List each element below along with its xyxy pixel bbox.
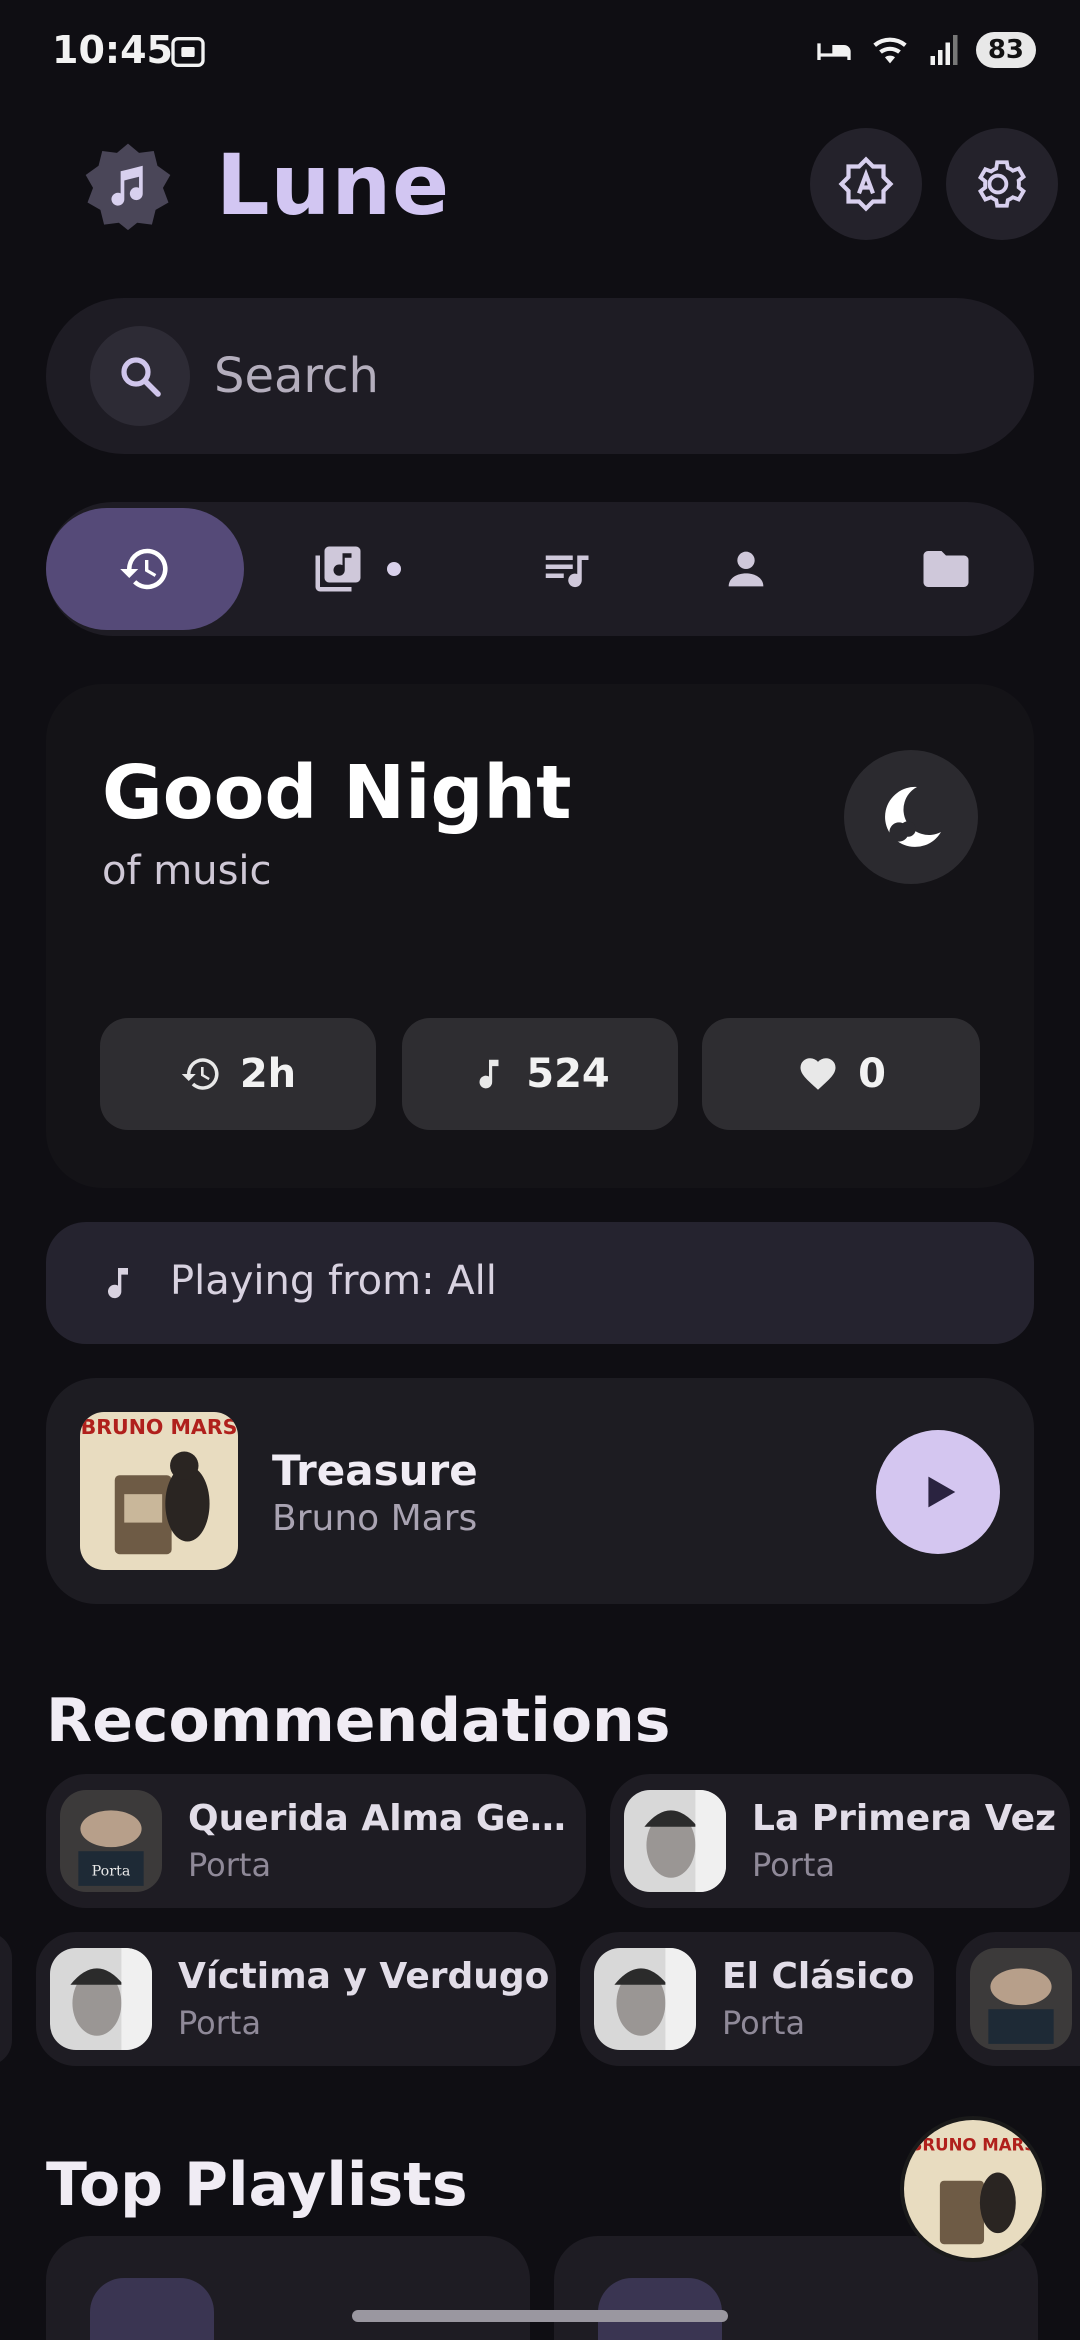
playing-from-label: Playing from: All [170, 1258, 497, 1304]
recommendation-item[interactable] [0, 1932, 12, 2066]
playlist-thumbnail [598, 2278, 722, 2340]
song-title: Treasure [272, 1446, 478, 1495]
song-artist: Porta [188, 1846, 272, 1884]
battery-level: 83 [975, 32, 1036, 68]
song-thumbnail [594, 1948, 696, 2050]
svg-text:Porta: Porta [92, 1864, 131, 1880]
recommendation-item[interactable]: Víctima y Verdugo Porta [36, 1932, 556, 2066]
status-bar: 10:45 83 [0, 0, 1080, 100]
tab-albums[interactable] [286, 508, 426, 630]
playlist-card[interactable] [46, 2236, 530, 2340]
stat-favorites: 0 [702, 1018, 980, 1130]
stat-listening-time: 2h [100, 1018, 376, 1130]
tab-playlists[interactable] [506, 508, 626, 630]
signal-icon [930, 35, 958, 65]
search-button[interactable] [90, 326, 190, 426]
bed-icon [817, 43, 851, 60]
song-title: Querida Alma Ge… [188, 1798, 566, 1839]
search-icon [121, 357, 161, 397]
song-title: El Clásico [722, 1956, 915, 1997]
play-icon [928, 1476, 956, 1508]
stat-value: 524 [526, 1051, 610, 1097]
album-art: BRUNO MARS [80, 1412, 238, 1570]
top-playlists-heading: Top Playlists [46, 2150, 468, 2220]
app-title: Lune [216, 136, 451, 234]
svg-text:BRUNO MARS: BRUNO MARS [910, 2135, 1036, 2154]
settings-button[interactable] [946, 128, 1058, 240]
greeting-subtitle: of music [102, 848, 272, 894]
night-mode-badge [844, 750, 978, 884]
app-logo-icon [85, 143, 171, 231]
now-playing-card[interactable]: BRUNO MARS Treasure Bruno Mars [46, 1378, 1034, 1604]
song-thumbnail [970, 1948, 1072, 2050]
search-bar[interactable]: Search [46, 298, 1034, 454]
screen-record-icon [171, 37, 205, 67]
tab-folders[interactable] [886, 508, 1006, 630]
svg-text:BRUNO MARS: BRUNO MARS [81, 1415, 238, 1439]
queue-music-icon [545, 555, 589, 588]
recommendation-item[interactable]: El Clásico Porta [580, 1932, 934, 2066]
library-tabs [46, 502, 1034, 636]
person-icon [728, 551, 764, 587]
album-icon [315, 546, 361, 592]
recommendation-item[interactable]: Porta Querida Alma Ge… Porta [46, 1774, 586, 1908]
song-title: Víctima y Verdugo [178, 1956, 550, 1997]
history-icon [181, 1058, 219, 1090]
gear-icon [977, 160, 1027, 208]
home-indicator[interactable] [352, 2310, 728, 2322]
tab-artists[interactable] [686, 508, 806, 630]
heart-icon [800, 1058, 836, 1090]
mini-player-button[interactable]: BRUNO MARS [900, 2116, 1046, 2262]
status-icons: 83 [814, 30, 1036, 70]
screen: 10:45 83 Lune Search Good Night of music… [0, 0, 1080, 2340]
moon-icon [885, 786, 941, 847]
playing-from-banner[interactable]: Playing from: All [46, 1222, 1034, 1344]
song-artist: Porta [178, 2004, 262, 2042]
greeting-card: Good Night of music 2h 524 0 [46, 684, 1034, 1188]
song-thumbnail [624, 1790, 726, 1892]
recommendation-item[interactable] [956, 1932, 1080, 2066]
tab-history[interactable] [46, 508, 244, 630]
music-note-icon [108, 1268, 128, 1299]
play-button[interactable] [876, 1430, 1000, 1554]
auto-brightness-icon [838, 156, 894, 212]
history-icon [120, 548, 168, 590]
clock: 10:45 [52, 28, 173, 72]
song-thumbnail: Porta [60, 1790, 162, 1892]
song-thumbnail [50, 1948, 152, 2050]
stat-song-count: 524 [402, 1018, 678, 1130]
recommendations-heading: Recommendations [46, 1686, 671, 1756]
song-artist: Porta [722, 2004, 806, 2042]
song-artist: Bruno Mars [272, 1498, 478, 1539]
tab-indicator-dot [387, 562, 401, 576]
song-artist: Porta [752, 1846, 836, 1884]
folder-icon [923, 551, 969, 587]
stat-value: 2h [239, 1051, 297, 1097]
music-note-icon [479, 1059, 499, 1089]
song-title: La Primera Vez [752, 1798, 1057, 1839]
playlist-thumbnail [90, 2278, 214, 2340]
stat-value: 0 [858, 1051, 886, 1097]
greeting-title: Good Night [102, 750, 572, 836]
wifi-icon [873, 37, 907, 64]
recommendation-item[interactable]: La Primera Vez Porta [610, 1774, 1070, 1908]
theme-button[interactable] [810, 128, 922, 240]
search-input[interactable]: Search [214, 348, 379, 404]
